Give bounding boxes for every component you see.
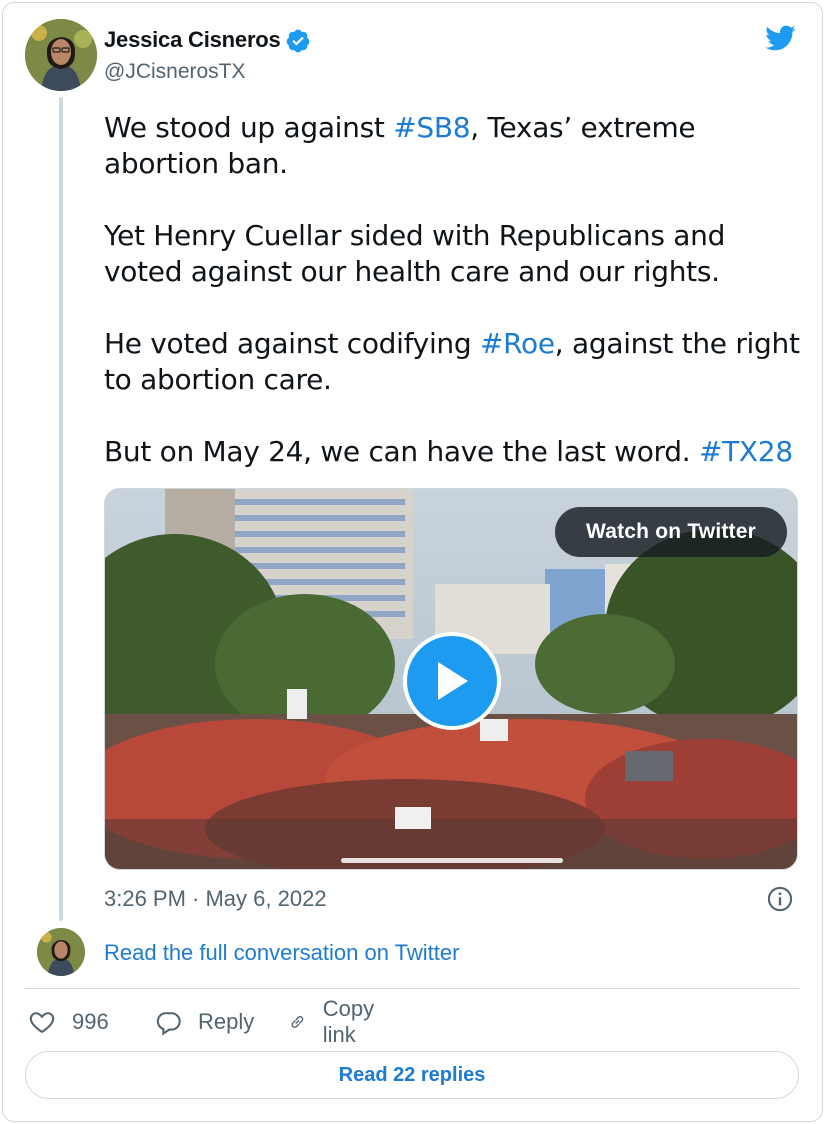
reply-icon [156, 1012, 181, 1036]
reply-button[interactable]: Reply [154, 1004, 254, 1040]
tweet-text-segment: He voted against codifying [104, 327, 480, 360]
video-player[interactable]: Watch on Twitter [104, 488, 798, 870]
hashtag-link[interactable]: #SB8 [393, 111, 470, 144]
author-handle[interactable]: @JCisnerosTX [104, 60, 246, 84]
verified-badge-icon [286, 29, 310, 53]
tweet-paragraph: He voted against codifying #Roe, against… [104, 326, 804, 398]
thread-line [59, 97, 63, 921]
copy-link-label: Copy link [322, 996, 375, 1047]
reply-label: Reply [198, 1009, 255, 1034]
like-count: 996 [72, 1009, 109, 1034]
tweet-text-segment: But on May 24, we can have the last word… [104, 435, 699, 468]
info-icon[interactable] [766, 885, 794, 913]
play-button[interactable] [403, 632, 501, 730]
tweet-paragraph: We stood up against #SB8, Texas’ extreme… [104, 110, 804, 182]
play-icon [438, 662, 468, 700]
video-progress-bar[interactable] [341, 858, 563, 863]
link-icon [291, 1016, 304, 1028]
heart-icon [29, 1012, 55, 1034]
divider [25, 988, 799, 989]
like-button[interactable]: 996 [28, 1004, 109, 1040]
tweet-text-segment: Yet Henry Cuellar sided with Republicans… [104, 219, 726, 288]
read-full-conversation-link[interactable]: Read the full conversation on Twitter [104, 940, 459, 966]
tweet-timestamp[interactable]: 3:26 PM · May 6, 2022 [104, 886, 327, 912]
read-replies-button[interactable]: Read 22 replies [25, 1051, 799, 1099]
tweet-text: We stood up against #SB8, Texas’ extreme… [104, 110, 804, 470]
tweet-text-segment: We stood up against [104, 111, 394, 144]
hashtag-link[interactable]: #Roe [480, 327, 555, 360]
twitter-bird-icon[interactable] [762, 22, 798, 54]
author-name[interactable]: Jessica Cisneros [104, 27, 281, 53]
author-avatar[interactable] [25, 19, 97, 91]
watch-on-twitter-button[interactable]: Watch on Twitter [555, 507, 787, 557]
tweet-paragraph: Yet Henry Cuellar sided with Republicans… [104, 218, 804, 290]
hashtag-link[interactable]: #TX28 [699, 435, 793, 468]
copy-link-button[interactable]: Copy link [288, 996, 383, 1047]
conversation-avatar[interactable] [37, 928, 85, 976]
tweet-paragraph: But on May 24, we can have the last word… [104, 434, 804, 470]
